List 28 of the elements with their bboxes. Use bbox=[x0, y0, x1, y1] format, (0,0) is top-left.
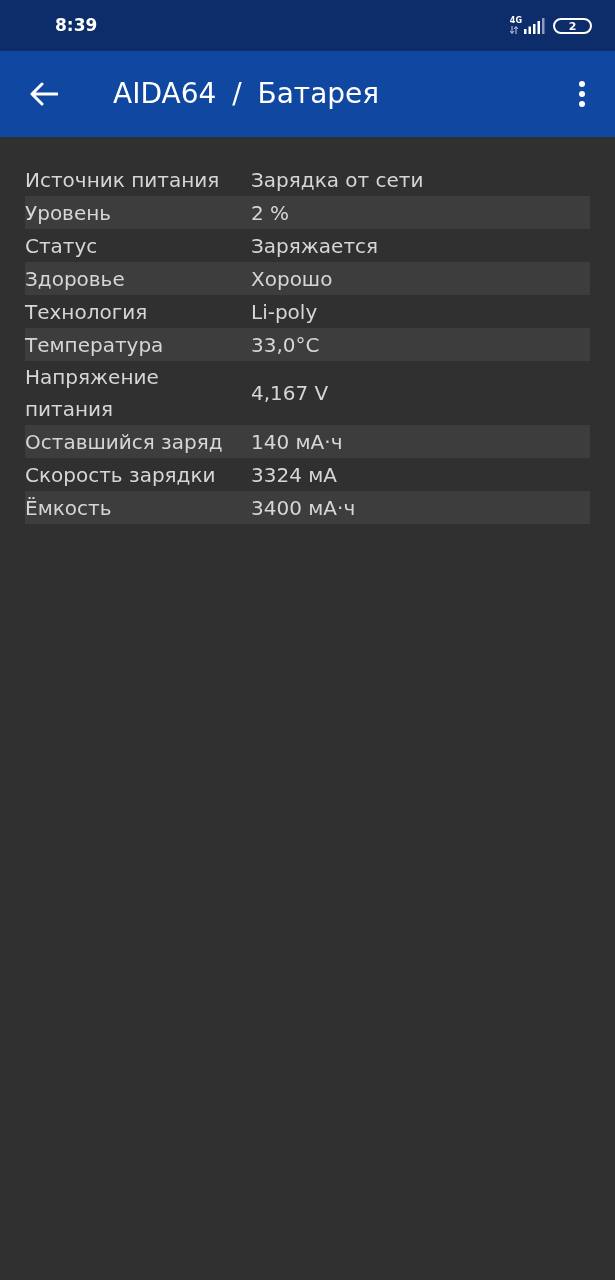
more-vertical-icon bbox=[579, 81, 585, 107]
property-label: Здоровье bbox=[25, 265, 126, 293]
data-arrows-icon bbox=[509, 26, 518, 34]
property-label: Статус bbox=[25, 232, 99, 260]
property-label: Оставшийся заряд bbox=[25, 428, 224, 456]
property-label: Источник питания bbox=[25, 166, 221, 194]
property-value: 4,167 V bbox=[251, 380, 329, 407]
property-value: 140 мА·ч bbox=[251, 428, 343, 456]
property-label: Уровень bbox=[25, 199, 113, 227]
property-value: Зарядка от сети bbox=[251, 166, 424, 194]
screen-title: AIDA64 / Батарея bbox=[113, 80, 380, 108]
property-value: 3400 мА·ч bbox=[251, 494, 356, 522]
property-label: Технология bbox=[25, 298, 149, 326]
back-arrow-icon bbox=[30, 82, 58, 106]
network-type: 4G bbox=[509, 17, 522, 25]
battery-indicator: 2 bbox=[553, 18, 592, 34]
status-time: 8:39 bbox=[55, 17, 98, 34]
property-value: 3324 мА bbox=[251, 461, 338, 489]
property-value: 33,0°C bbox=[251, 331, 320, 359]
property-value: Li-poly bbox=[251, 298, 318, 326]
property-label: Температура bbox=[25, 331, 165, 359]
property-label: Скорость зарядки bbox=[25, 461, 217, 489]
signal-icon bbox=[523, 18, 545, 34]
property-label: Ёмкость bbox=[25, 494, 113, 522]
property-label: Напряжение питания bbox=[25, 364, 160, 423]
property-value: Хорошо bbox=[251, 265, 333, 293]
property-value: 2 % bbox=[251, 199, 290, 227]
property-value: Заряжается bbox=[251, 232, 379, 260]
